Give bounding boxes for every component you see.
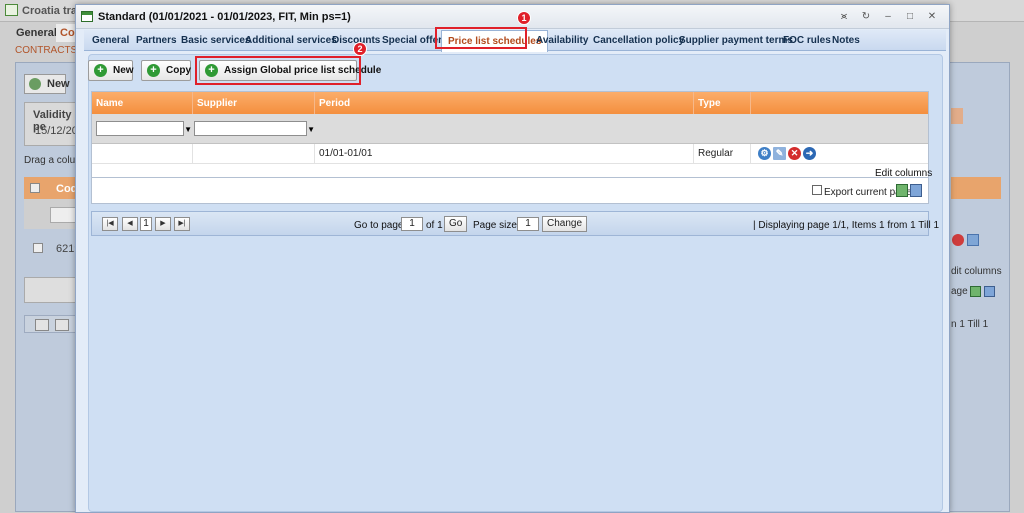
callout-assign-button	[195, 56, 361, 85]
next-page-icon[interactable]: ▶	[155, 217, 171, 231]
add-icon	[29, 78, 41, 90]
background-select-all-checkbox[interactable]	[30, 183, 40, 193]
background-export: age	[951, 286, 996, 298]
cell-supplier	[193, 144, 315, 164]
grid-filter-row: ▼ ▼	[92, 114, 928, 144]
pager-info: | Displaying page 1/1, Items 1 from 1 Ti…	[753, 220, 940, 231]
background-right-button[interactable]	[951, 108, 963, 124]
prev-page-icon[interactable]	[55, 319, 69, 331]
column-header-name[interactable]: Name	[92, 92, 193, 114]
add-icon: +	[147, 64, 160, 77]
dropdown-arrow-icon: ▼	[184, 125, 192, 134]
background-breadcrumb: CONTRACTS	[15, 45, 78, 56]
add-icon: +	[94, 64, 107, 77]
background-tab-general[interactable]: General	[12, 24, 61, 42]
change-page-size-button[interactable]: Change	[542, 216, 588, 232]
column-header-type[interactable]: Type	[694, 92, 751, 114]
first-page-icon[interactable]	[35, 319, 49, 331]
excel-export-icon[interactable]	[970, 286, 982, 297]
background-export-label: age	[951, 286, 968, 298]
delete-icon[interactable]: ✕	[788, 147, 801, 160]
page-size-label: Page size:	[473, 220, 520, 231]
cell-type: Regular	[694, 144, 751, 164]
background-edit-columns[interactable]: dit columns	[951, 266, 1002, 277]
row-actions: ⚙ ✎ ✕ ➜	[758, 147, 816, 160]
tab-notes[interactable]: Notes	[826, 30, 866, 51]
callout-badge-2: 2	[353, 42, 367, 56]
grid-pager: |◀ ◀ 1 ▶ ▶| Go to page: 1 of 1 Go Page s…	[91, 211, 939, 236]
copy-button[interactable]: + Copy	[141, 60, 191, 81]
grid-header: Name Supplier Period Type	[92, 92, 928, 114]
background-right-grid-header	[951, 177, 1001, 199]
window-icon	[81, 11, 93, 22]
word-export-icon[interactable]	[984, 286, 996, 297]
new-button-label: New	[113, 65, 134, 76]
go-to-page-input[interactable]: 1	[401, 217, 423, 231]
callout-price-list-tab	[435, 27, 527, 49]
edit-document-icon[interactable]: ✎	[773, 147, 786, 160]
go-to-page-label: Go to page:	[354, 220, 407, 231]
export-box: Export current page	[91, 177, 929, 204]
export-current-page-checkbox[interactable]	[812, 185, 822, 195]
maximize-icon[interactable]: □	[901, 9, 919, 24]
close-icon[interactable]: ✕	[923, 9, 941, 24]
settings-gear-icon[interactable]: ⚙	[758, 147, 771, 160]
dropdown-arrow-icon: ▼	[307, 125, 315, 134]
callout-badge-1: 1	[517, 11, 531, 25]
navigate-arrow-icon[interactable]: ➜	[803, 147, 816, 160]
page-size-input[interactable]: 1	[517, 217, 539, 231]
background-row-icons	[952, 234, 980, 249]
refresh-icon[interactable]: ↻	[857, 9, 875, 24]
tab-availability[interactable]: Availability	[530, 30, 594, 51]
of-pages-label: of 1	[426, 220, 443, 231]
last-page-icon[interactable]: ▶|	[174, 217, 190, 231]
word-export-icon[interactable]	[910, 184, 922, 197]
modal-titlebar[interactable]: Standard (01/01/2021 - 01/01/2023, FIT, …	[76, 5, 949, 29]
table-row[interactable]: 01/01-01/01 Regular ⚙ ✎ ✕ ➜	[92, 144, 928, 164]
cell-period: 01/01-01/01	[315, 144, 694, 164]
excel-export-icon[interactable]	[896, 184, 908, 197]
first-page-icon[interactable]: |◀	[102, 217, 118, 231]
background-new-button[interactable]: New	[24, 74, 70, 94]
name-filter-select[interactable]: ▼	[96, 121, 192, 136]
background-new-label: New	[47, 78, 70, 90]
app-icon	[5, 4, 18, 16]
new-button[interactable]: + New	[88, 60, 134, 81]
go-button[interactable]: Go	[444, 216, 468, 232]
background-row-checkbox[interactable]	[33, 243, 43, 253]
background-pager-info: n 1 Till 1	[951, 319, 989, 330]
collapse-icon[interactable]: ⪤	[835, 9, 853, 24]
column-header-supplier[interactable]: Supplier	[193, 92, 315, 114]
tab-general[interactable]: General	[86, 30, 135, 51]
minimize-icon[interactable]: –	[879, 9, 897, 24]
copy-button-label: Copy	[166, 65, 191, 76]
window-controls: ⪤ ↻ – □ ✕	[835, 9, 941, 24]
column-header-period[interactable]: Period	[315, 92, 694, 114]
cell-name	[92, 144, 193, 164]
delete-icon[interactable]	[952, 234, 964, 246]
modal-title: Standard (01/01/2021 - 01/01/2023, FIT, …	[98, 11, 351, 23]
current-page-indicator[interactable]: 1	[140, 217, 152, 231]
edit-icon[interactable]	[967, 234, 980, 246]
prev-page-icon[interactable]: ◀	[122, 217, 138, 231]
supplier-filter-select[interactable]: ▼	[194, 121, 315, 136]
